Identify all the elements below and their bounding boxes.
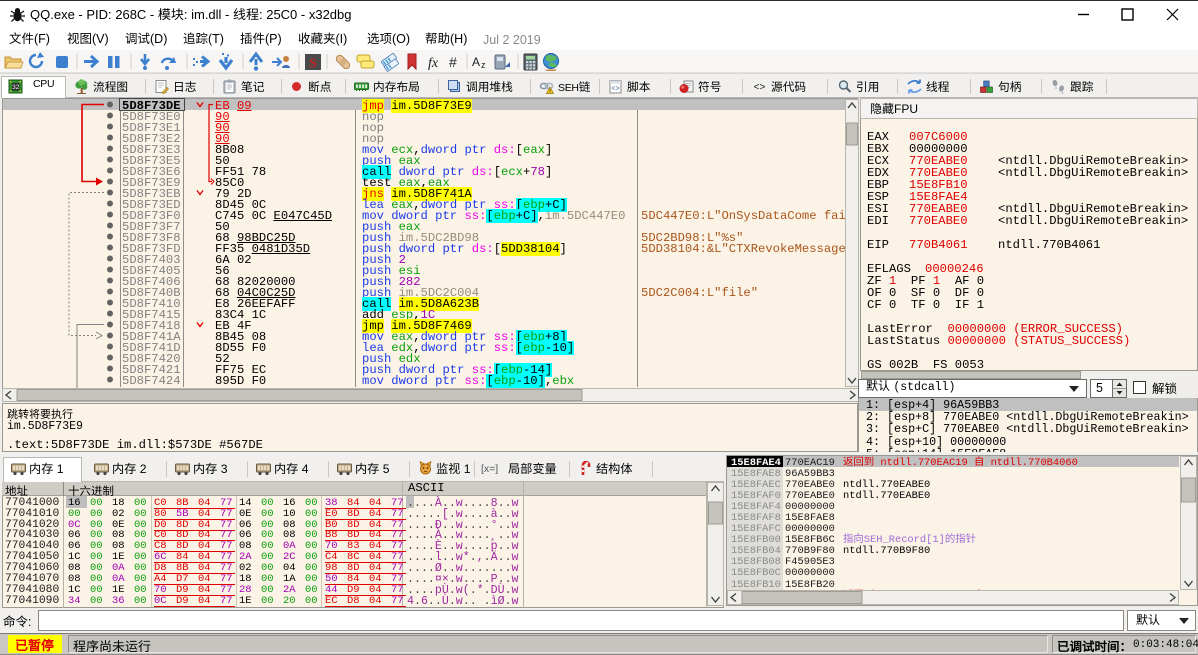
svg-text:32: 32 <box>12 84 20 91</box>
svg-text:A: A <box>472 55 480 69</box>
svg-text:<>: <> <box>753 83 765 94</box>
svg-text:fx: fx <box>428 56 439 71</box>
svg-text:#: # <box>449 54 457 70</box>
svg-text:z: z <box>481 60 486 70</box>
svg-text:<>: <> <box>611 86 619 94</box>
svg-text:S: S <box>309 55 316 70</box>
